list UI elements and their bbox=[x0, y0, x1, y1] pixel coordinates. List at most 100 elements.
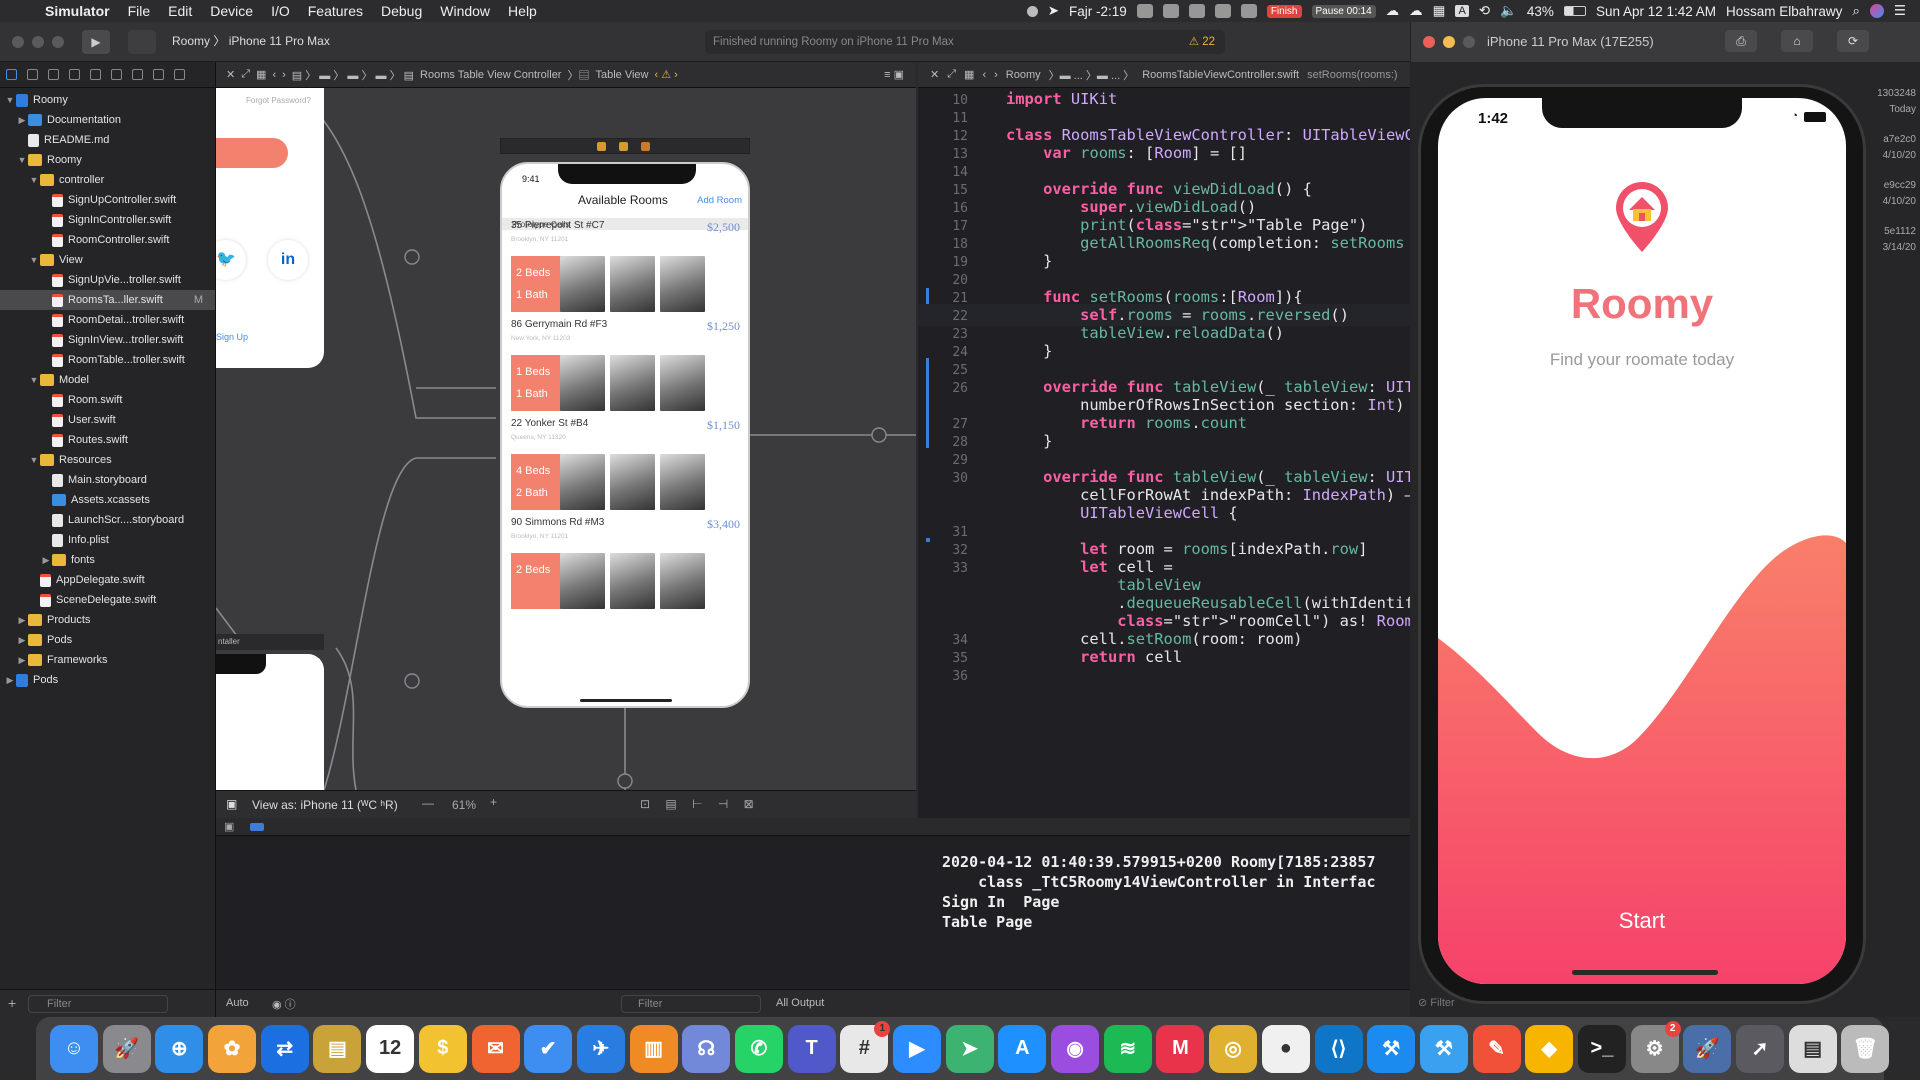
file-tree-row[interactable]: ▼ Roomy bbox=[0, 90, 215, 110]
signup-scene-preview[interactable] bbox=[216, 654, 324, 790]
file-tree-row[interactable]: RoomDetai...troller.swift bbox=[0, 310, 215, 330]
whatsapp-icon[interactable]: ✆ bbox=[734, 1024, 783, 1073]
issue-tab-icon[interactable] bbox=[90, 69, 101, 80]
testflight-icon[interactable]: ✈ bbox=[576, 1024, 625, 1073]
menu-io[interactable]: I/O bbox=[262, 3, 299, 19]
input-source-icon[interactable]: A bbox=[1455, 5, 1469, 17]
breadcrumb-file[interactable]: RoomsTableViewController.swift bbox=[1142, 69, 1299, 81]
downloads-stack-icon[interactable]: ▤ bbox=[1788, 1024, 1837, 1073]
file-tree-row[interactable]: RoomTable...troller.swift bbox=[0, 350, 215, 370]
things-icon[interactable]: ✔ bbox=[524, 1024, 573, 1073]
discord-icon[interactable]: ☊ bbox=[682, 1024, 731, 1073]
jumpbar-path-icon[interactable]: ▤ 〉 ▬ 〉 ▬ 〉 ▬ 〉 ▤ bbox=[292, 67, 414, 83]
pause-recording-button[interactable]: Pause 00:14 bbox=[1311, 4, 1376, 18]
layout-tools-icons[interactable]: ⊡ ▤ ⊢ ⊣ ⊠ bbox=[640, 797, 760, 811]
xcode2-icon[interactable]: ⚒ bbox=[1419, 1024, 1468, 1073]
disclosure-triangle-icon[interactable]: ▼ bbox=[28, 175, 40, 185]
file-tree-row[interactable]: ▶ Pods bbox=[0, 630, 215, 650]
breakpoint-tab-icon[interactable] bbox=[153, 69, 164, 80]
menu-help[interactable]: Help bbox=[499, 3, 546, 19]
mail-icon[interactable]: M bbox=[1156, 1024, 1205, 1073]
disclosure-triangle-icon[interactable]: ▶ bbox=[16, 655, 28, 666]
xcode-icon[interactable]: ⚒ bbox=[1367, 1024, 1416, 1073]
video-icon[interactable] bbox=[1214, 4, 1231, 18]
related-items-icon[interactable]: ▦ bbox=[256, 68, 266, 81]
run-button[interactable]: ▶ bbox=[82, 30, 110, 54]
add-room-button[interactable]: Add Room bbox=[697, 195, 742, 206]
zoom-out-icon[interactable]: — bbox=[422, 796, 434, 810]
disclosure-triangle-icon[interactable]: ▶ bbox=[16, 115, 28, 126]
file-tree-row[interactable]: ▶ fonts bbox=[0, 550, 215, 570]
file-tree-row[interactable]: ▼ controller bbox=[0, 170, 215, 190]
window-close-button[interactable] bbox=[12, 36, 24, 48]
safari-icon[interactable]: ⊕ bbox=[155, 1024, 204, 1073]
siri-icon[interactable] bbox=[1869, 4, 1884, 18]
file-tree-row[interactable]: ▶ Products bbox=[0, 610, 215, 630]
podcasts-icon[interactable]: ◉ bbox=[1051, 1024, 1100, 1073]
menubar-clock[interactable]: Sun Apr 12 1:42 AM bbox=[1596, 4, 1716, 19]
mongodb-icon[interactable]: ● bbox=[1261, 1024, 1310, 1073]
file-tree-row[interactable]: SignUpVie...troller.swift bbox=[0, 270, 215, 290]
forward-icon[interactable]: › bbox=[282, 69, 286, 81]
iphone-screen[interactable]: 1:42 ◔ Roomy Find your roomate today Sta… bbox=[1438, 98, 1846, 984]
stop-button[interactable] bbox=[128, 30, 156, 54]
file-tree-row[interactable]: Room.swift bbox=[0, 390, 215, 410]
report-tab-icon[interactable] bbox=[174, 69, 185, 80]
storyboard-canvas[interactable]: Forgot Password? 🐦 in Sign Up ntaller 9:… bbox=[216, 88, 916, 790]
debug-tab-icon[interactable] bbox=[132, 69, 143, 80]
postman-icon[interactable]: ✉ bbox=[471, 1024, 520, 1073]
teamviewer-icon[interactable]: ⇄ bbox=[260, 1024, 309, 1073]
file-tree-row[interactable]: Info.plist bbox=[0, 530, 215, 550]
close-editor-icon[interactable]: ✕ bbox=[226, 68, 235, 81]
rocket-icon[interactable]: ➚ bbox=[1736, 1024, 1784, 1073]
chrome-icon[interactable]: ◎ bbox=[1209, 1024, 1258, 1073]
chat-icon[interactable] bbox=[1136, 4, 1153, 18]
output-select[interactable]: All Output bbox=[776, 997, 824, 1009]
disclosure-triangle-icon[interactable]: ▼ bbox=[16, 155, 28, 165]
menu-window[interactable]: Window bbox=[431, 3, 499, 19]
eye-icon[interactable]: ◉ ⓘ bbox=[272, 996, 296, 1012]
code-line[interactable]: 36 bbox=[918, 664, 1410, 686]
file-tree-row[interactable]: LaunchScr....storyboard bbox=[0, 510, 215, 530]
location-arrow-icon[interactable]: ➤ bbox=[1048, 3, 1059, 19]
zoom-in-icon[interactable]: + bbox=[490, 795, 497, 809]
volume-icon[interactable]: 🔈 bbox=[1500, 3, 1517, 19]
spotlight-icon[interactable]: ⌕ bbox=[1852, 3, 1860, 19]
file-tree-row[interactable]: ▶ Pods bbox=[0, 670, 215, 690]
record-icon[interactable] bbox=[1026, 5, 1038, 17]
disclosure-triangle-icon[interactable]: ▶ bbox=[16, 635, 28, 646]
appstore-icon[interactable]: A bbox=[998, 1024, 1047, 1073]
notification-center-icon[interactable]: ☰ bbox=[1894, 3, 1906, 19]
sim-close-button[interactable] bbox=[1423, 36, 1435, 48]
related-items-icon-2[interactable]: ▦ bbox=[964, 68, 974, 81]
menu-debug[interactable]: Debug bbox=[372, 3, 431, 19]
expand-icon[interactable]: ⤢ bbox=[241, 68, 250, 81]
grid-icon[interactable]: ▦ bbox=[1433, 3, 1446, 19]
cloud-icon[interactable]: ☁ bbox=[1386, 3, 1400, 19]
menu-app-name[interactable]: Simulator bbox=[36, 3, 119, 19]
back-icon[interactable]: ‹ bbox=[272, 69, 276, 81]
disclosure-triangle-icon[interactable]: ▶ bbox=[40, 555, 52, 566]
window-zoom-button[interactable] bbox=[52, 36, 64, 48]
file-tree-row[interactable]: SceneDelegate.swift bbox=[0, 590, 215, 610]
add-file-icon[interactable]: + bbox=[8, 995, 16, 1011]
file-tree-row[interactable]: ▼ Roomy bbox=[0, 150, 215, 170]
issue-warning-icon[interactable]: ‹ ⚠ › bbox=[654, 68, 677, 81]
file-tree-row[interactable]: ▶ Frameworks bbox=[0, 650, 215, 670]
disclosure-triangle-icon[interactable]: ▼ bbox=[4, 95, 16, 105]
swift-playgrounds-icon[interactable]: ✎ bbox=[1472, 1024, 1521, 1073]
system-preferences-icon[interactable]: ⚙ 2 bbox=[1630, 1020, 1681, 1073]
file-tree-row[interactable]: ▼ View bbox=[0, 250, 215, 270]
menu-file[interactable]: File bbox=[119, 3, 160, 19]
vscode-icon[interactable]: ⟨⟩ bbox=[1314, 1024, 1363, 1073]
sim-filter-input[interactable]: ⊘ Filter bbox=[1410, 996, 1455, 1009]
sim-minimize-button[interactable] bbox=[1443, 36, 1455, 48]
battery-icon[interactable] bbox=[1563, 6, 1586, 16]
close-editor-icon-2[interactable]: ✕ bbox=[930, 68, 939, 81]
file-tree-row[interactable]: RoomController.swift bbox=[0, 230, 215, 250]
finish-recording-button[interactable]: Finish bbox=[1266, 4, 1302, 18]
file-tree-row[interactable]: SignInView...troller.swift bbox=[0, 330, 215, 350]
teams-icon[interactable]: T bbox=[787, 1024, 836, 1073]
signal-bars-icon[interactable] bbox=[1188, 4, 1205, 18]
screenshot-button[interactable]: ⎙ bbox=[1725, 30, 1757, 52]
